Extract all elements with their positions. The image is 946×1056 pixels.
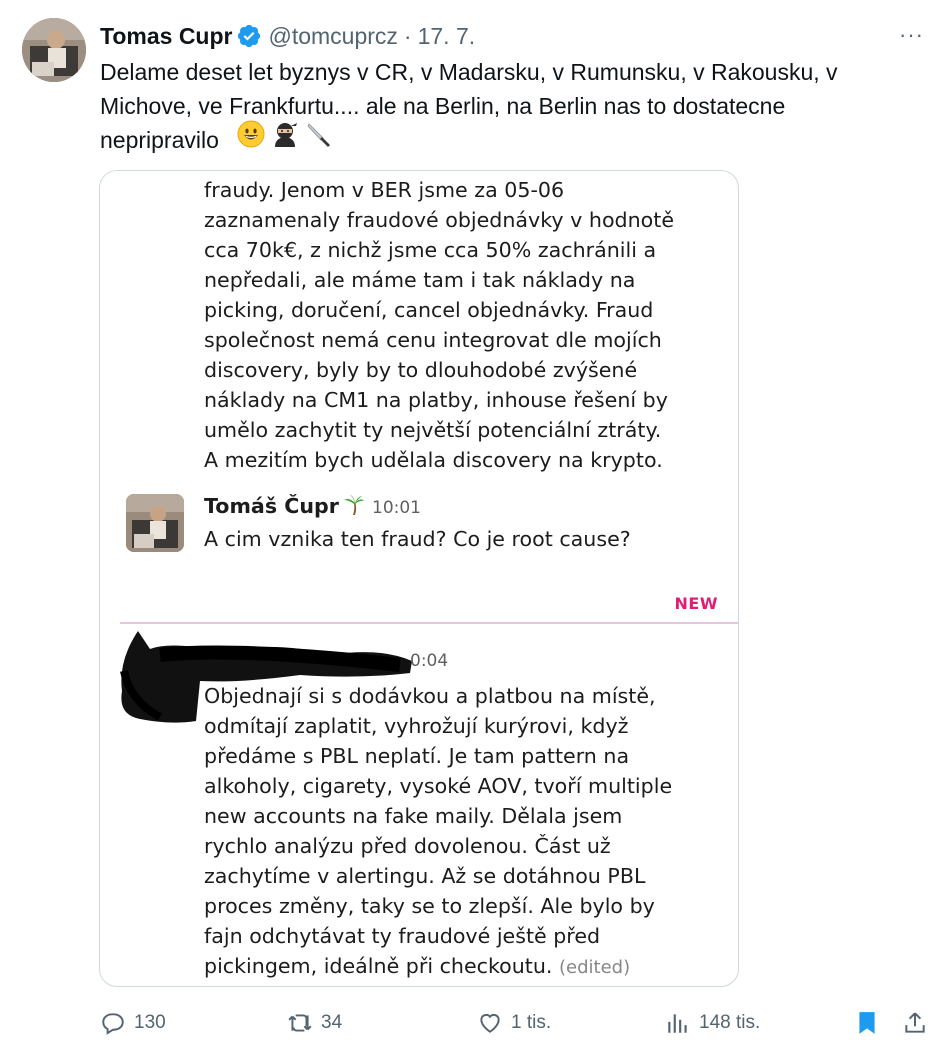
author-handle[interactable]: @tomcuprcz <box>268 23 397 50</box>
slack-avatar[interactable] <box>126 494 184 552</box>
slack-message-text: fraudy. Jenom v BER jsme za 05-06 zaznam… <box>204 178 675 472</box>
bookmark-button[interactable] <box>854 1006 888 1040</box>
repost-icon <box>288 1014 312 1032</box>
share-button[interactable] <box>902 1006 936 1040</box>
palm-tree-emoji-icon <box>343 495 364 515</box>
author-name[interactable]: Tomas Cupr <box>100 23 232 50</box>
author-avatar[interactable] <box>22 18 86 82</box>
repost-button[interactable]: 34 <box>287 1006 342 1040</box>
slack-reply-text: A cim vznika ten fraud? Co je root cause… <box>204 527 631 551</box>
grinning-face-emoji-icon <box>237 120 265 148</box>
share-icon <box>905 1012 925 1033</box>
ninja-emoji-icon <box>275 123 297 147</box>
cropped-text-fragment <box>204 170 714 173</box>
views-count: 148 tis. <box>699 1012 761 1033</box>
verified-badge-icon[interactable] <box>236 23 262 49</box>
slack-timestamp-partial[interactable]: 0:04 <box>410 651 448 671</box>
tweet-text: Delame deset let byznys v CR, v Madarsku… <box>100 59 838 153</box>
new-messages-label: NEW <box>674 594 718 613</box>
slack-author-name[interactable]: Tomáš Čupr <box>204 494 365 518</box>
bookmark-icon <box>859 1012 875 1034</box>
like-button[interactable]: 1 tis. <box>477 1006 551 1040</box>
like-count: 1 tis. <box>511 1012 552 1033</box>
more-options-icon[interactable]: ··· <box>899 22 924 48</box>
slack-conversation: fraudy. Jenom v BER jsme za 05-06 zaznam… <box>100 171 738 986</box>
tweet-emoji-group <box>237 119 333 149</box>
reply-count: 130 <box>134 1012 166 1033</box>
tweet-media-image[interactable]: fraudy. Jenom v BER jsme za 05-06 zaznam… <box>99 170 739 987</box>
edited-label: (edited) <box>559 957 631 978</box>
reply-icon <box>102 1013 124 1035</box>
views-button[interactable]: 148 tis. <box>665 1006 760 1040</box>
views-chart-icon <box>668 1014 687 1033</box>
slack-author-label: Tomáš Čupr <box>204 494 339 518</box>
repost-count: 34 <box>321 1012 343 1033</box>
tweet-header: Tomas Cupr @tomcuprcz · 17. 7. <box>100 20 475 52</box>
kitchen-knife-emoji-icon <box>307 123 330 147</box>
reply-button[interactable]: 130 <box>100 1006 166 1040</box>
tweet-action-bar: 130 34 1 tis. 148 tis. <box>100 1006 930 1040</box>
header-separator: · <box>403 22 412 49</box>
slack-answer-text: Objednají si s dodávkou a platbou na mís… <box>204 681 724 983</box>
slack-answer-body: Objednají si s dodávkou a platbou na mís… <box>204 684 673 978</box>
slack-timestamp[interactable]: 10:01 <box>372 498 421 518</box>
tweet-date[interactable]: 17. 7. <box>418 23 476 50</box>
heart-icon <box>480 1013 500 1033</box>
